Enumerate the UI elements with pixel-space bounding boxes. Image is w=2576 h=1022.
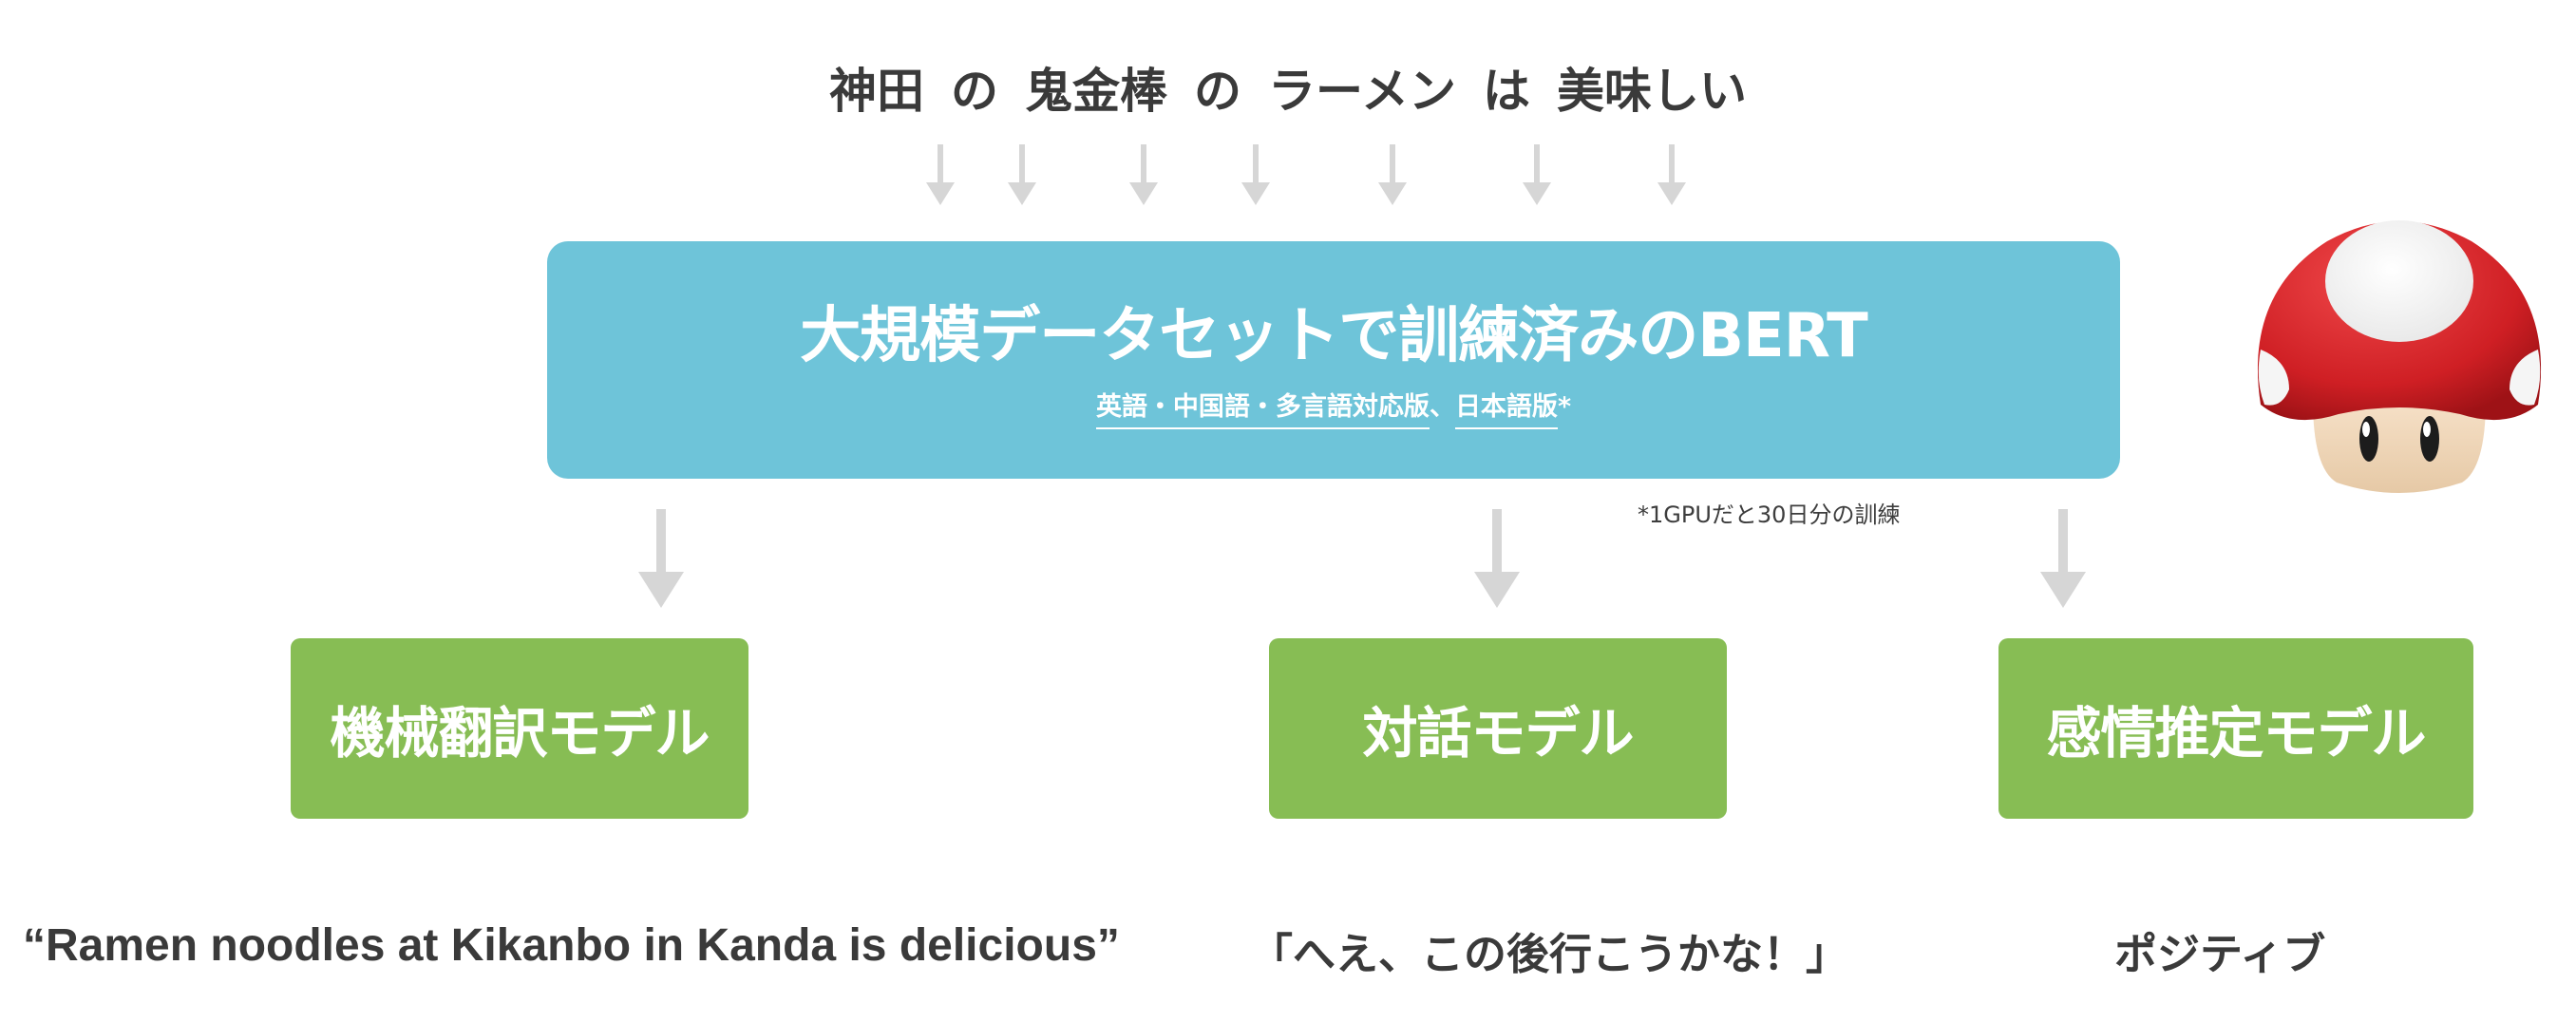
bert-box: 大規模データセットで訓練済みのBERT 英語・中国語・多言語対応版、日本語版*: [547, 241, 2120, 479]
translation-model-label: 機械翻訳モデル: [330, 701, 710, 766]
input-token: の: [951, 64, 998, 119]
bert-subtitle-multilingual: 英語・中国語・多言語対応版: [1095, 392, 1430, 429]
input-token: の: [1194, 64, 1241, 119]
sentiment-output: ポジティブ: [2114, 929, 2326, 979]
mushroom-character-icon: [2257, 220, 2542, 493]
dialogue-model-label: 対話モデル: [1362, 701, 1634, 766]
sentiment-model-box: 感情推定モデル: [1998, 638, 2473, 819]
translation-output: “Ramen noodles at Kikanbo in Kanda is de…: [23, 920, 1120, 971]
translation-model-box: 機械翻訳モデル: [291, 638, 748, 819]
training-note: *1GPUだと30日分の訓練: [1638, 502, 1901, 528]
bert-subtitle-separator: 、: [1429, 392, 1455, 422]
bert-subtitle-mark: *: [1557, 392, 1572, 422]
sentiment-model-label: 感情推定モデル: [2046, 701, 2426, 766]
input-token: 美味しい: [1557, 64, 1747, 119]
input-token: 鬼金棒: [1025, 64, 1167, 119]
input-token: 神田: [829, 64, 924, 119]
bert-subtitle: 英語・中国語・多言語対応版、日本語版*: [547, 386, 2120, 429]
dialogue-output: 「へえ、この後行こうかな！」: [1250, 929, 1849, 979]
input-sentence: 神田 の 鬼金棒 の ラーメン は 美味しい: [0, 49, 2576, 125]
bert-title: 大規模データセットで訓練済みのBERT: [800, 301, 1868, 371]
input-token: は: [1483, 64, 1530, 119]
dialogue-model-box: 対話モデル: [1269, 638, 1727, 819]
input-token: ラーメン: [1268, 64, 1456, 119]
bert-subtitle-japanese: 日本語版: [1454, 392, 1558, 429]
